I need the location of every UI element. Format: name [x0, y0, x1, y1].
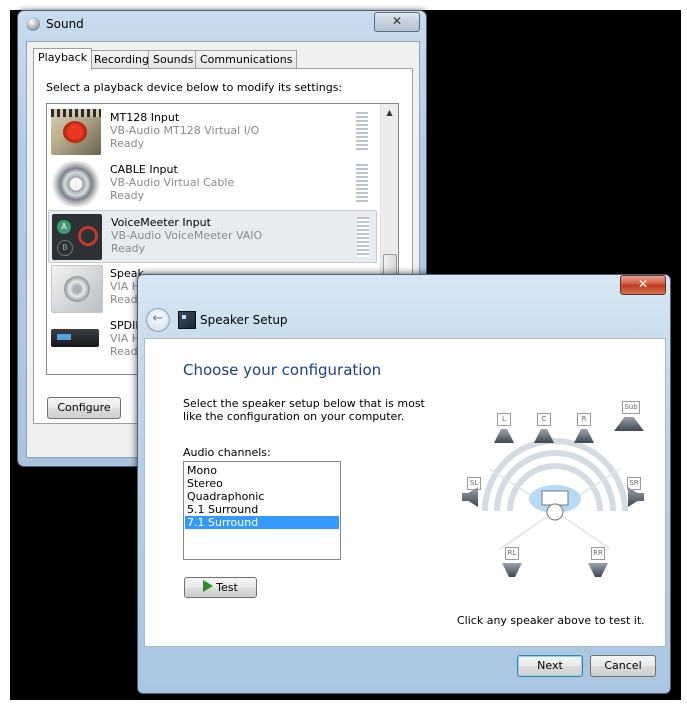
speaker-label: L: [497, 413, 511, 426]
wizard-title: Speaker Setup: [200, 313, 288, 327]
device-status: Ready: [110, 137, 145, 150]
speaker-front-right-icon[interactable]: R: [572, 413, 596, 447]
wizard-content: Choose your configuration Select the spe…: [144, 338, 666, 647]
speaker-setup-icon: [178, 311, 196, 329]
speaker-rear-right-icon[interactable]: RR: [586, 547, 610, 581]
device-description: VB-Audio Virtual Cable: [110, 176, 235, 189]
channel-option-quadraphonic[interactable]: Quadraphonic: [185, 490, 339, 503]
speaker-label: R: [577, 413, 591, 426]
audio-channels-list[interactable]: Mono Stereo Quadraphonic 5.1 Surround 7.…: [183, 461, 341, 560]
wizard-heading: Choose your configuration: [183, 361, 382, 379]
device-name: MT128 Input: [110, 111, 180, 124]
wizard-close-button[interactable]: ✕: [620, 275, 666, 295]
device-description: VB-Audio MT128 Virtual I/O: [110, 124, 260, 137]
speaker-diagram: L C R Sub SL SR RL RR: [460, 399, 650, 584]
sound-titlebar[interactable]: Sound ✕: [18, 11, 426, 39]
channel-option-stereo[interactable]: Stereo: [185, 477, 339, 490]
speaker-setup-window: ✕ ← Speaker Setup Choose your configurat…: [137, 274, 671, 694]
speaker-label: C: [537, 413, 551, 426]
voicemeeter-icon: A B: [52, 214, 102, 260]
playback-instruction: Select a playback device below to modify…: [46, 81, 343, 94]
device-description: VIA H: [110, 332, 141, 345]
level-meter: [356, 112, 368, 152]
level-meter: [356, 164, 368, 204]
scroll-up-icon[interactable]: ▲: [381, 104, 398, 121]
channel-option-7-1-surround[interactable]: 7.1 Surround: [185, 516, 339, 529]
device-description: VB-Audio VoiceMeeter VAIO: [111, 229, 263, 242]
device-item-cable[interactable]: CABLE Input VB-Audio Virtual Cable Ready: [48, 158, 375, 209]
channel-option-5-1-surround[interactable]: 5.1 Surround: [185, 503, 339, 516]
device-name: CABLE Input: [110, 163, 178, 176]
speaker-label: RL: [505, 547, 519, 560]
device-status: Ready: [111, 242, 146, 255]
device-status: Read: [110, 293, 138, 306]
wizard-footer: Next Cancel: [138, 647, 668, 691]
speaker-label: RR: [591, 547, 605, 560]
speaker-label: Sub: [622, 401, 640, 414]
tab-communications[interactable]: Communications: [195, 50, 298, 68]
speaker-icon: [51, 265, 103, 313]
speaker-center-icon[interactable]: C: [532, 413, 556, 447]
test-label: Test: [216, 581, 238, 594]
channel-option-mono[interactable]: Mono: [185, 464, 339, 477]
speaker-label: SL: [467, 477, 481, 490]
sound-window-title: Sound: [46, 17, 84, 31]
speaker-rear-left-icon[interactable]: RL: [500, 547, 524, 581]
speaker-icon: [26, 17, 40, 31]
speaker-side-right-icon[interactable]: SR: [622, 477, 646, 511]
cable-reel-icon: [51, 161, 101, 207]
mixer-icon: [51, 109, 101, 155]
level-meter: [357, 217, 369, 257]
tab-sounds[interactable]: Sounds: [148, 50, 199, 68]
receiver-icon: [51, 317, 101, 363]
wizard-instruction: Select the speaker setup below that is m…: [183, 397, 425, 423]
tab-playback[interactable]: Playback: [33, 48, 93, 70]
back-arrow-icon[interactable]: ←: [146, 308, 170, 332]
tab-recording[interactable]: Recording: [89, 50, 155, 68]
speaker-subwoofer-icon[interactable]: Sub: [612, 401, 646, 435]
device-item-mt128[interactable]: MT128 Input VB-Audio MT128 Virtual I/O R…: [48, 106, 375, 157]
play-icon: [203, 580, 214, 592]
speaker-side-left-icon[interactable]: SL: [462, 477, 486, 511]
device-item-voicemeeter[interactable]: A B VoiceMeeter Input VB-Audio VoiceMeet…: [48, 210, 377, 263]
next-button[interactable]: Next: [517, 655, 583, 677]
click-speaker-hint: Click any speaker above to test it.: [457, 614, 645, 627]
configure-button[interactable]: Configure: [47, 397, 121, 419]
device-status: Read: [110, 345, 138, 358]
speaker-front-left-icon[interactable]: L: [492, 413, 516, 447]
device-name: VoiceMeeter Input: [111, 216, 211, 229]
device-description: VIA H: [110, 280, 141, 293]
test-button[interactable]: Test: [184, 577, 257, 598]
sound-close-button[interactable]: ✕: [374, 12, 420, 32]
device-status: Ready: [110, 189, 145, 202]
cancel-button[interactable]: Cancel: [590, 655, 656, 677]
audio-channels-label: Audio channels:: [183, 446, 271, 459]
